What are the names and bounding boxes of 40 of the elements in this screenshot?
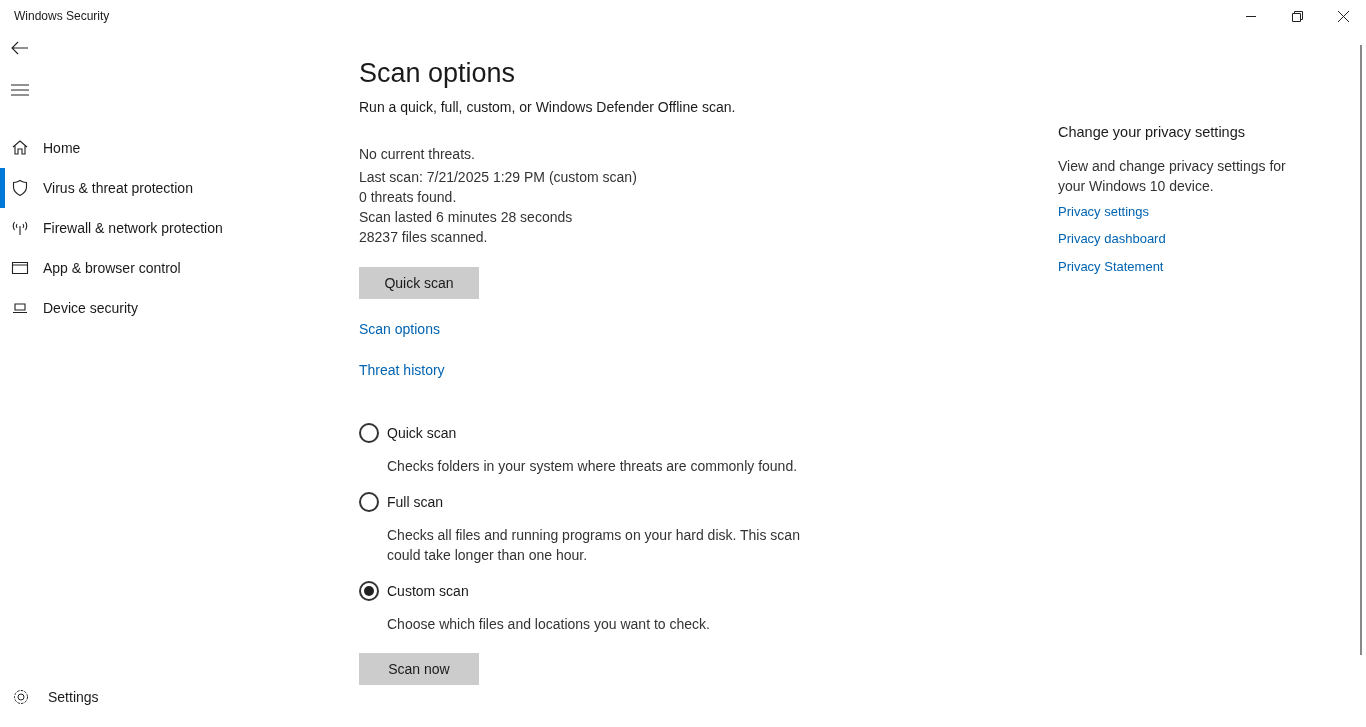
home-icon: [11, 139, 29, 157]
privacy-link[interactable]: Privacy Statement: [1058, 256, 1164, 277]
nav-item[interactable]: Firewall & network protection: [0, 208, 340, 248]
quick-scan-button[interactable]: Quick scan: [359, 267, 479, 299]
settings-nav-item[interactable]: Settings: [0, 677, 340, 717]
scan-type-description: Checks folders in your system where threats are commonly found.: [387, 457, 799, 476]
close-icon: [1337, 10, 1349, 22]
antenna-icon: [11, 219, 29, 237]
scan-now-button[interactable]: Scan now: [359, 653, 479, 685]
privacy-link[interactable]: Privacy dashboard: [1058, 229, 1166, 249]
side-heading: Change your privacy settings: [1058, 123, 1246, 142]
link[interactable]: Threat history: [359, 360, 445, 381]
scan-type-radio[interactable]: Custom scan: [359, 581, 469, 601]
shield-icon: [11, 179, 29, 197]
scan-status-line: 28237 files scanned.: [359, 228, 489, 247]
nav-item[interactable]: Home: [0, 128, 340, 168]
scan-type-description: Choose which files and locations you want to check.: [387, 615, 711, 634]
scan-type-description: Checks all files and running programs on your hard disk. This scan could take longer than one hour.: [387, 526, 801, 565]
page-subtitle: Run a quick, full, custom, or Windows Defender Offline scan.: [359, 98, 737, 117]
scan-status-line: No current threats.: [359, 145, 476, 164]
scan-status-line: Last scan: 7/21/2025 1:29 PM (custom scan): [359, 168, 638, 187]
privacy-link[interactable]: Privacy settings: [1058, 201, 1150, 222]
window-title: Windows Security: [13, 8, 110, 25]
restore-icon: [1291, 10, 1303, 22]
settings-icon: [12, 688, 30, 706]
scan-type-radio[interactable]: Full scan: [359, 492, 444, 512]
minimize-icon: [1246, 15, 1256, 17]
page-title: Scan options: [359, 57, 517, 90]
back-arrow-icon: [11, 41, 29, 55]
nav-item[interactable]: App & browser control: [0, 248, 340, 288]
scan-status-line: Scan lasted 6 minutes 28 seconds: [359, 208, 574, 227]
link[interactable]: Scan options: [359, 319, 440, 340]
side-description: View and change privacy settings for your Windows 10 device.: [1058, 156, 1287, 196]
scrollbar[interactable]: [1360, 45, 1362, 655]
nav-item[interactable]: Virus & threat protection: [0, 168, 340, 208]
scan-status-line: 0 threats found.: [359, 188, 458, 207]
menu-icon: [11, 84, 29, 96]
scan-type-radio[interactable]: Quick scan: [359, 423, 457, 443]
nav-item[interactable]: Device security: [0, 288, 340, 328]
window-icon: [11, 259, 29, 277]
